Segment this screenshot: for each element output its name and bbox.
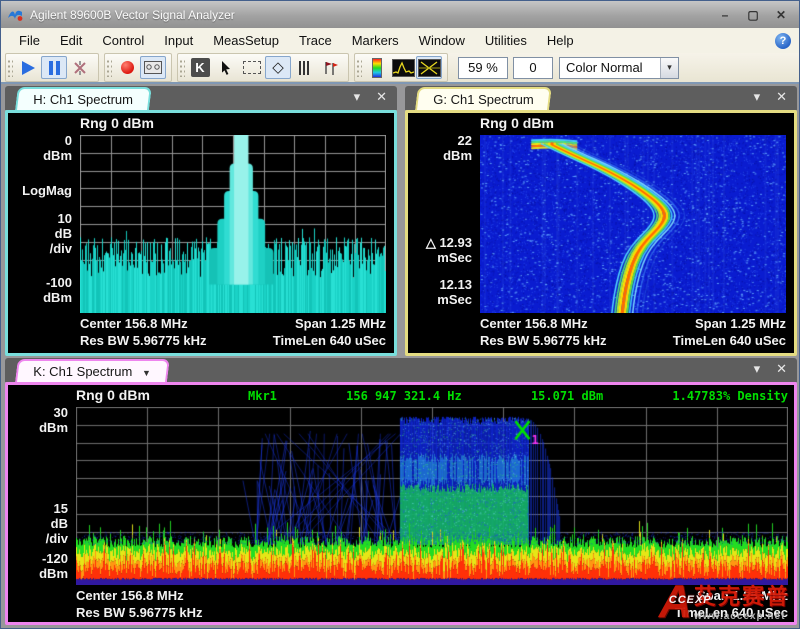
toolbar: K ◇ <box>1 53 799 84</box>
drag-grip-icon[interactable] <box>356 59 362 77</box>
panel-k-range-label: Rng 0 dBm <box>76 387 150 403</box>
marker-diamond-button[interactable]: ◇ <box>265 56 291 79</box>
panel-k-axis-bottom: -120dBm <box>8 551 68 581</box>
menu-input[interactable]: Input <box>154 30 203 51</box>
menu-control[interactable]: Control <box>92 30 154 51</box>
drag-grip-icon[interactable] <box>179 59 185 77</box>
panel-g-axis-bottom: 12.13mSec <box>408 277 472 307</box>
menu-edit[interactable]: Edit <box>50 30 92 51</box>
panel-g-axis-top: 22dBm <box>408 133 472 163</box>
color-mode-value: Color Normal <box>560 60 660 75</box>
toolbar-group-record <box>104 53 172 82</box>
drag-grip-icon[interactable] <box>106 59 112 77</box>
dropdown-arrow-icon[interactable]: ▾ <box>660 58 678 78</box>
panel-k-footer: Center 156.8 MHzSpan 1.25 MHz Res BW 5.9… <box>76 587 788 621</box>
restart-icon <box>72 60 88 76</box>
spectrum-display-button[interactable] <box>390 56 416 79</box>
spectrogram-trace-icon <box>418 59 441 77</box>
panel-k-marker-readout: Mkr1 156 947 321.4 Hz 15.071 dBm 1.47783… <box>248 389 788 403</box>
panel-g-spectrogram-plot[interactable] <box>480 135 786 313</box>
panel-k-menu-icon[interactable]: ▾ <box>754 361 761 377</box>
panel-k: Rng 0 dBm Mkr1 156 947 321.4 Hz 15.071 d… <box>5 382 797 625</box>
panel-g-footer: Center 156.8 MHzSpan 1.25 MHz Res BW 5.9… <box>480 315 786 349</box>
count-field[interactable]: 0 <box>513 57 553 79</box>
trace-k-icon: K <box>191 58 210 77</box>
panel-h-axis-bottom: -100dBm <box>8 275 72 305</box>
menu-window[interactable]: Window <box>409 30 475 51</box>
app-logo-icon <box>6 6 24 24</box>
window-titlebar: Agilent 89600B Vector Signal Analyzer – … <box>1 1 799 28</box>
menu-meassetup[interactable]: MeasSetup <box>203 30 289 51</box>
tab-h-ch1-spectrum[interactable]: H: Ch1 Spectrum <box>15 87 152 110</box>
restart-button[interactable] <box>67 56 93 79</box>
record-button[interactable] <box>114 56 140 79</box>
colorbar-button[interactable] <box>364 56 390 79</box>
panel-h-close-icon[interactable]: ✕ <box>376 89 387 105</box>
play-button[interactable] <box>15 56 41 79</box>
panel-g-close-icon[interactable]: ✕ <box>776 89 787 105</box>
panel-h-footer: Center 156.8 MHzSpan 1.25 MHz Res BW 5.9… <box>80 315 386 349</box>
menu-utilities[interactable]: Utilities <box>475 30 537 51</box>
help-icon[interactable]: ? <box>775 33 791 49</box>
menu-markers[interactable]: Markers <box>342 30 409 51</box>
tabstrip-k: K: Ch1 Spectrum▼ ▾ ✕ <box>5 358 797 382</box>
tabstrip-g: G: Ch1 Spectrum ▾ ✕ <box>405 86 797 110</box>
panel-h-spectrum-plot[interactable] <box>80 135 386 313</box>
pause-button[interactable] <box>41 56 67 79</box>
menu-help[interactable]: Help <box>537 30 584 51</box>
record-icon <box>121 61 134 74</box>
tabstrip-h: H: Ch1 Spectrum ▾ ✕ <box>5 86 397 110</box>
color-gradient-icon <box>372 58 382 78</box>
panel-h: Rng 0 dBm 0dBm LogMag 10dB/div -100dBm C… <box>5 110 397 356</box>
panel-h-range-label: Rng 0 dBm <box>80 115 154 131</box>
panel-g-axis-delta: △ 12.93mSec <box>408 235 472 265</box>
menu-bar: File Edit Control Input MeasSetup Trace … <box>1 28 799 53</box>
toolbar-group-markers: K ◇ <box>177 53 349 82</box>
panel-h-axis-top: 0dBm <box>8 133 72 163</box>
tab-k-dropdown-icon[interactable]: ▼ <box>142 363 151 384</box>
percent-field[interactable]: 59 % <box>458 57 508 79</box>
minimize-button[interactable]: – <box>711 5 739 24</box>
toolbar-group-run <box>5 53 99 82</box>
panel-k-close-icon[interactable]: ✕ <box>776 361 787 377</box>
tab-g-ch1-spectrum[interactable]: G: Ch1 Spectrum <box>415 87 552 110</box>
menu-trace[interactable]: Trace <box>289 30 342 51</box>
drag-grip-icon[interactable] <box>7 59 13 77</box>
zoom-select-button[interactable] <box>239 56 265 79</box>
diamond-marker-icon: ◇ <box>272 60 284 75</box>
workspace: H: Ch1 Spectrum ▾ ✕ Rng 0 dBm 0dBm LogMa… <box>1 84 799 628</box>
band-lines-icon <box>299 61 309 75</box>
panel-g: Rng 0 dBm 22dBm △ 12.93mSec 12.13mSec Ce… <box>405 110 797 356</box>
pause-icon <box>49 61 60 75</box>
panel-h-axis-scale: LogMag <box>8 183 72 198</box>
pointer-icon <box>218 60 234 76</box>
band-markers-button[interactable] <box>291 56 317 79</box>
panel-k-axis-top: 30dBm <box>8 405 68 435</box>
color-mode-dropdown[interactable]: Color Normal ▾ <box>559 57 679 79</box>
spectrogram-display-button[interactable] <box>416 56 442 79</box>
tab-k-ch1-spectrum[interactable]: K: Ch1 Spectrum▼ <box>15 359 170 382</box>
flag-markers-icon <box>322 60 339 76</box>
toolbar-group-display <box>354 53 448 82</box>
active-trace-button[interactable]: K <box>187 56 213 79</box>
panel-h-menu-icon[interactable]: ▾ <box>354 89 361 105</box>
panel-g-menu-icon[interactable]: ▾ <box>754 89 761 105</box>
pointer-tool-button[interactable] <box>213 56 239 79</box>
recording-playback-button[interactable] <box>140 56 166 79</box>
app-window: Agilent 89600B Vector Signal Analyzer – … <box>0 0 800 629</box>
maximize-button[interactable]: ▢ <box>739 5 767 24</box>
close-button[interactable]: ✕ <box>767 5 795 24</box>
panel-g-range-label: Rng 0 dBm <box>480 115 554 131</box>
selection-rect-icon <box>243 61 261 74</box>
panel-h-axis-div: 10dB/div <box>8 211 72 256</box>
window-title: Agilent 89600B Vector Signal Analyzer <box>30 8 235 22</box>
spectrum-trace-icon <box>392 59 415 77</box>
panel-k-density-plot[interactable] <box>76 407 788 585</box>
menu-file[interactable]: File <box>9 30 50 51</box>
tape-icon <box>144 61 162 74</box>
flag-markers-button[interactable] <box>317 56 343 79</box>
play-icon <box>22 61 35 75</box>
panel-k-axis-div: 15dB/div <box>8 501 68 546</box>
